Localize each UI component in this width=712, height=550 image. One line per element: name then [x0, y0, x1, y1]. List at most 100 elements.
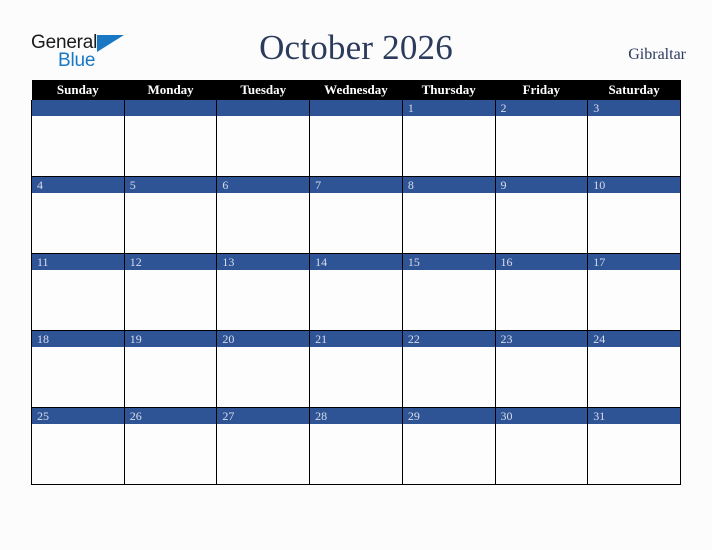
- day-content-area[interactable]: [588, 347, 680, 407]
- calendar-day-cell[interactable]: 24: [587, 330, 681, 408]
- weekday-header-sunday: Sunday: [31, 80, 125, 100]
- day-content-area[interactable]: [402, 116, 495, 176]
- day-content-area[interactable]: [588, 424, 680, 484]
- calendar-grid: Sunday Monday Tuesday Wednesday Thursday…: [31, 80, 681, 485]
- day-content-area[interactable]: [310, 116, 402, 176]
- day-number: 10: [588, 177, 680, 193]
- day-number: 22: [402, 331, 495, 347]
- day-number: 12: [124, 254, 217, 270]
- day-number: 8: [402, 177, 495, 193]
- calendar-day-cell[interactable]: 6: [216, 176, 311, 254]
- day-content-area[interactable]: [310, 270, 402, 330]
- day-number: [32, 100, 124, 116]
- day-content-area[interactable]: [588, 193, 680, 253]
- day-number: 25: [32, 408, 124, 424]
- day-number: 31: [588, 408, 680, 424]
- calendar-day-cell[interactable]: [216, 100, 311, 177]
- day-content-area[interactable]: [495, 270, 588, 330]
- calendar-day-cell[interactable]: 8: [401, 176, 496, 254]
- calendar-day-cell[interactable]: 14: [309, 253, 403, 331]
- day-content-area[interactable]: [124, 193, 217, 253]
- day-content-area[interactable]: [217, 193, 310, 253]
- day-content-area[interactable]: [217, 424, 310, 484]
- day-number: 29: [402, 408, 495, 424]
- day-number: 2: [495, 100, 588, 116]
- day-number: 7: [310, 177, 402, 193]
- day-content-area[interactable]: [124, 347, 217, 407]
- calendar-day-cell[interactable]: 18: [31, 330, 125, 408]
- calendar-day-cell[interactable]: 4: [31, 176, 125, 254]
- calendar-day-cell[interactable]: 1: [401, 100, 496, 177]
- day-content-area[interactable]: [32, 270, 124, 330]
- calendar-day-cell[interactable]: 5: [123, 176, 218, 254]
- calendar-day-cell[interactable]: 11: [31, 253, 125, 331]
- calendar-day-cell[interactable]: [31, 100, 125, 177]
- day-content-area[interactable]: [32, 116, 124, 176]
- day-content-area[interactable]: [588, 116, 680, 176]
- day-content-area[interactable]: [217, 270, 310, 330]
- calendar-week-row: 18 19 20 21 22 23 24: [31, 330, 681, 408]
- day-content-area[interactable]: [495, 116, 588, 176]
- calendar-day-cell[interactable]: 30: [494, 407, 589, 485]
- calendar-day-cell[interactable]: 13: [216, 253, 311, 331]
- calendar-day-cell[interactable]: 20: [216, 330, 311, 408]
- day-content-area[interactable]: [588, 270, 680, 330]
- calendar-day-cell[interactable]: 3: [587, 100, 681, 177]
- day-content-area[interactable]: [310, 347, 402, 407]
- calendar-day-cell[interactable]: 31: [587, 407, 681, 485]
- day-number: 11: [32, 254, 124, 270]
- day-content-area[interactable]: [495, 347, 588, 407]
- day-content-area[interactable]: [32, 424, 124, 484]
- day-content-area[interactable]: [402, 424, 495, 484]
- day-content-area[interactable]: [124, 116, 217, 176]
- day-number: 20: [217, 331, 310, 347]
- day-content-area[interactable]: [495, 193, 588, 253]
- day-number: [124, 100, 217, 116]
- day-number: 3: [588, 100, 680, 116]
- calendar-day-cell[interactable]: 7: [309, 176, 403, 254]
- calendar-day-cell[interactable]: 29: [401, 407, 496, 485]
- calendar-day-cell[interactable]: 12: [123, 253, 218, 331]
- day-number: 14: [310, 254, 402, 270]
- calendar-day-cell[interactable]: 17: [587, 253, 681, 331]
- calendar-day-cell[interactable]: [123, 100, 218, 177]
- calendar-day-cell[interactable]: 22: [401, 330, 496, 408]
- day-content-area[interactable]: [124, 270, 217, 330]
- day-content-area[interactable]: [124, 424, 217, 484]
- calendar-week-row: 25 26 27 28 29 30 31: [31, 407, 681, 485]
- day-content-area[interactable]: [310, 424, 402, 484]
- calendar-day-cell[interactable]: 9: [494, 176, 589, 254]
- calendar-day-cell[interactable]: 16: [494, 253, 589, 331]
- calendar-day-cell[interactable]: 21: [309, 330, 403, 408]
- day-number: 26: [124, 408, 217, 424]
- day-number: 16: [495, 254, 588, 270]
- day-content-area[interactable]: [310, 193, 402, 253]
- day-number: 9: [495, 177, 588, 193]
- day-number: 30: [495, 408, 588, 424]
- calendar-day-cell[interactable]: 25: [31, 407, 125, 485]
- day-content-area[interactable]: [217, 347, 310, 407]
- calendar-day-cell[interactable]: 19: [123, 330, 218, 408]
- day-content-area[interactable]: [32, 347, 124, 407]
- day-number: 23: [495, 331, 588, 347]
- day-content-area[interactable]: [32, 193, 124, 253]
- calendar-day-cell[interactable]: 15: [401, 253, 496, 331]
- weekday-header-saturday: Saturday: [587, 80, 681, 100]
- day-number: 27: [217, 408, 310, 424]
- day-content-area[interactable]: [217, 116, 310, 176]
- day-content-area[interactable]: [495, 424, 588, 484]
- day-content-area[interactable]: [402, 193, 495, 253]
- calendar-day-cell[interactable]: 10: [587, 176, 681, 254]
- weekday-header-row: Sunday Monday Tuesday Wednesday Thursday…: [31, 80, 681, 100]
- calendar-day-cell[interactable]: 27: [216, 407, 311, 485]
- calendar-day-cell[interactable]: 23: [494, 330, 589, 408]
- calendar-page: General Blue October 2026 Gibraltar Sund…: [0, 0, 712, 550]
- day-content-area[interactable]: [402, 347, 495, 407]
- day-number: 18: [32, 331, 124, 347]
- day-content-area[interactable]: [402, 270, 495, 330]
- calendar-day-cell[interactable]: 2: [494, 100, 589, 177]
- calendar-day-cell[interactable]: 26: [123, 407, 218, 485]
- calendar-day-cell[interactable]: [309, 100, 403, 177]
- page-header: General Blue October 2026 Gibraltar: [0, 0, 712, 80]
- calendar-day-cell[interactable]: 28: [309, 407, 403, 485]
